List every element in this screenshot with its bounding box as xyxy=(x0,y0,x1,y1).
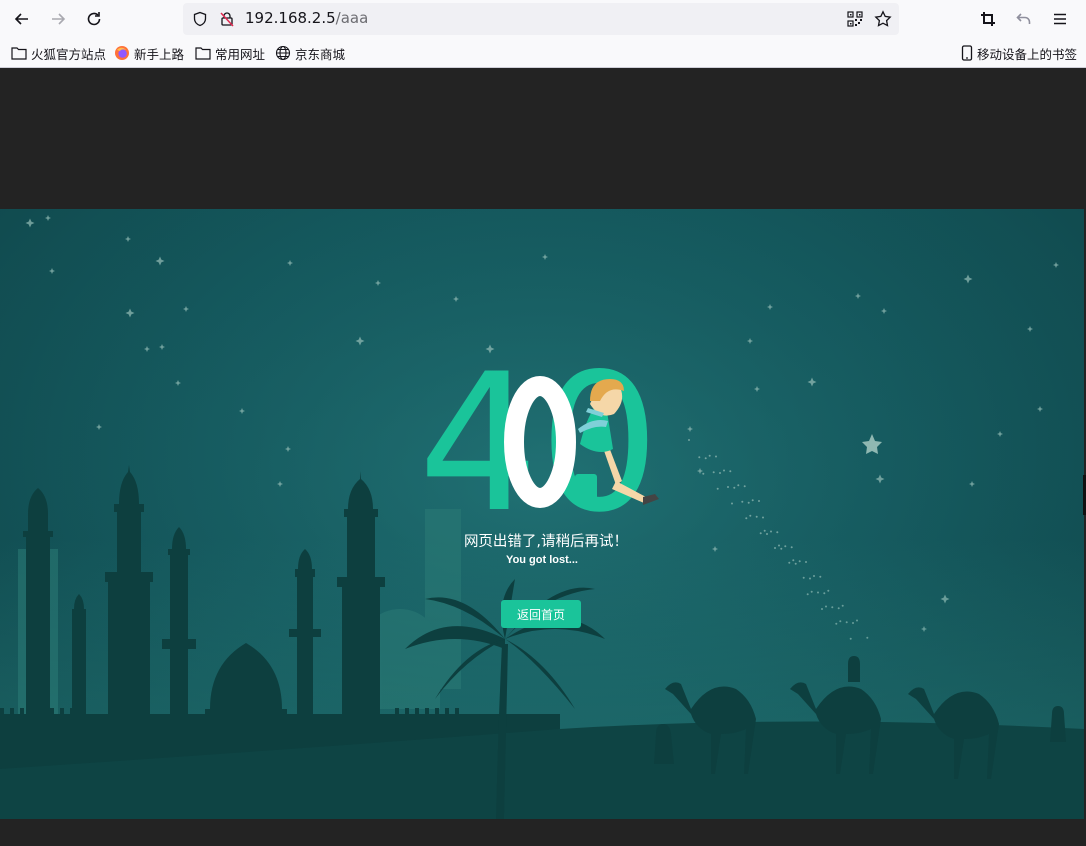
sparkle-dot xyxy=(723,469,725,472)
reload-button[interactable] xyxy=(80,6,108,32)
sparkle-dot xyxy=(688,439,690,441)
bookmark-star-icon[interactable] xyxy=(874,10,892,28)
sparkle-dot xyxy=(702,472,705,475)
bookmark-item[interactable]: 京东商城 xyxy=(275,44,345,62)
sparkle-dot xyxy=(733,486,736,489)
reload-icon xyxy=(87,12,101,26)
sparkle-dot xyxy=(719,472,721,474)
sparkle-dot xyxy=(743,485,746,488)
bookmark-label: 常用网址 xyxy=(215,46,266,62)
folder-icon xyxy=(195,47,211,60)
hamburger-menu-icon xyxy=(1054,13,1066,25)
sparkle-dot xyxy=(715,455,717,458)
sparkle-dot xyxy=(729,470,732,473)
url-host: 192.168.2.5 xyxy=(245,9,336,27)
undo-icon xyxy=(1016,13,1031,24)
crop-icon xyxy=(981,12,995,26)
firefox-icon xyxy=(115,46,129,60)
sparkle-dot xyxy=(758,500,760,502)
sparkle-dot xyxy=(741,500,744,503)
back-to-home-button[interactable]: 返回首页 xyxy=(501,600,581,628)
address-bar[interactable]: 192.168.2.5/aaa xyxy=(183,3,899,35)
qr-code-icon[interactable] xyxy=(847,11,863,27)
sparkle-dot xyxy=(749,514,752,517)
insecure-lock-icon[interactable] xyxy=(219,11,235,27)
arrow-right-icon xyxy=(52,13,66,25)
mobile-bookmarks-label: 移动设备上的书签 xyxy=(977,46,1078,62)
browser-toolbar: 192.168.2.5/aaa xyxy=(0,0,1086,38)
bookmark-item[interactable]: 新手上路 xyxy=(114,44,184,62)
mobile-device-icon xyxy=(961,45,973,61)
folder-icon xyxy=(11,47,27,60)
sparkle-dot xyxy=(727,486,729,488)
sparkle-dot xyxy=(716,487,719,490)
sparkle-dot xyxy=(737,484,740,487)
page-content: 40 网页出错了,请稍后再试！ You got lost... 返回首页 xyxy=(0,68,1086,846)
bookmark-label: 京东商城 xyxy=(295,46,346,62)
error-404-scene: 40 网页出错了,请稍后再试！ You got lost... 返回首页 xyxy=(0,209,1084,819)
arrow-left-icon xyxy=(14,13,28,25)
sparkle-dot xyxy=(698,456,701,459)
error-message-cn: 网页出错了,请稍后再试！ xyxy=(463,534,629,550)
sparkle-dot xyxy=(747,501,750,504)
error-message-en: You got lost... xyxy=(506,554,578,566)
sparkle-dot xyxy=(708,454,711,457)
sparkle-dot xyxy=(704,457,707,460)
back-button[interactable] xyxy=(8,6,36,32)
bookmark-item[interactable]: 火狐官方站点 xyxy=(11,44,106,62)
url-text[interactable]: 192.168.2.5/aaa xyxy=(245,9,368,27)
sparkle-dot xyxy=(745,517,748,520)
desert-night-illustration: 40 xyxy=(0,209,1084,819)
globe-icon xyxy=(275,45,291,61)
shield-icon[interactable] xyxy=(192,11,208,27)
bookmarks-toolbar: 火狐官方站点 新手上路 常用网址 京东商城 移动设备上的书签 xyxy=(0,38,1086,68)
forward-button[interactable] xyxy=(44,6,72,32)
bookmark-label: 火狐官方站点 xyxy=(31,46,107,62)
mobile-bookmarks[interactable]: 移动设备上的书签 xyxy=(961,44,1077,62)
sparkle-dot xyxy=(755,515,758,518)
undo-button[interactable] xyxy=(1010,6,1038,32)
screenshot-button[interactable] xyxy=(974,6,1002,32)
sparkle-dot xyxy=(751,499,754,502)
sparkle-dot xyxy=(731,502,733,505)
bookmark-label: 新手上路 xyxy=(134,46,185,62)
app-menu-button[interactable] xyxy=(1046,6,1074,32)
sparkle-dot xyxy=(762,516,764,519)
url-path: /aaa xyxy=(335,9,369,27)
sparkle-dot xyxy=(712,471,715,474)
bookmark-item[interactable]: 常用网址 xyxy=(195,44,265,62)
error-404-graphic: 40 xyxy=(418,333,660,554)
